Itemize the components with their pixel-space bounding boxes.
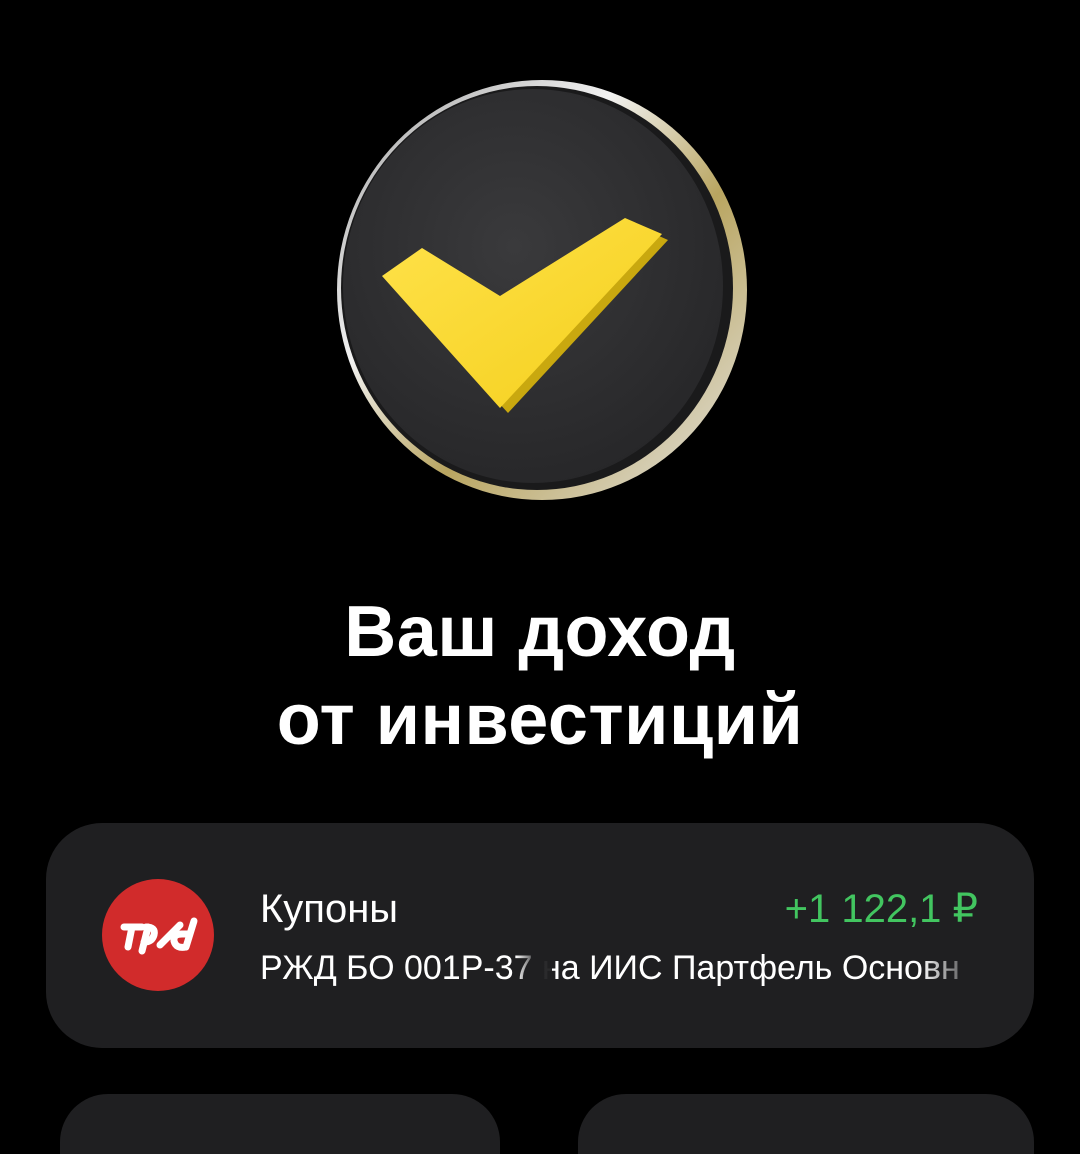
page-headline: Ваш доход от инвестиций [0,588,1080,764]
headline-line-1: Ваш доход [344,592,736,672]
next-card-right[interactable] [578,1094,1034,1154]
checkmark-coin-icon [330,78,750,503]
income-card[interactable]: Купоны +1 122,1 ₽ РЖД БО 001Р-37 на ИИС … [46,823,1034,1048]
income-amount: +1 122,1 ₽ [784,887,978,931]
income-description-text: РЖД БО 001Р-37 на ИИС Партфель Основн [260,949,960,987]
headline-line-2: от инвестиций [276,680,804,760]
next-card-left[interactable] [60,1094,500,1154]
income-type-title: Купоны [260,887,399,931]
income-description: РЖД БО 001Р-37 на ИИС Партфель Основн [260,947,980,989]
rzd-logo-icon [102,879,214,991]
text-fade-end [920,947,980,989]
text-fade-overlay [516,947,552,989]
